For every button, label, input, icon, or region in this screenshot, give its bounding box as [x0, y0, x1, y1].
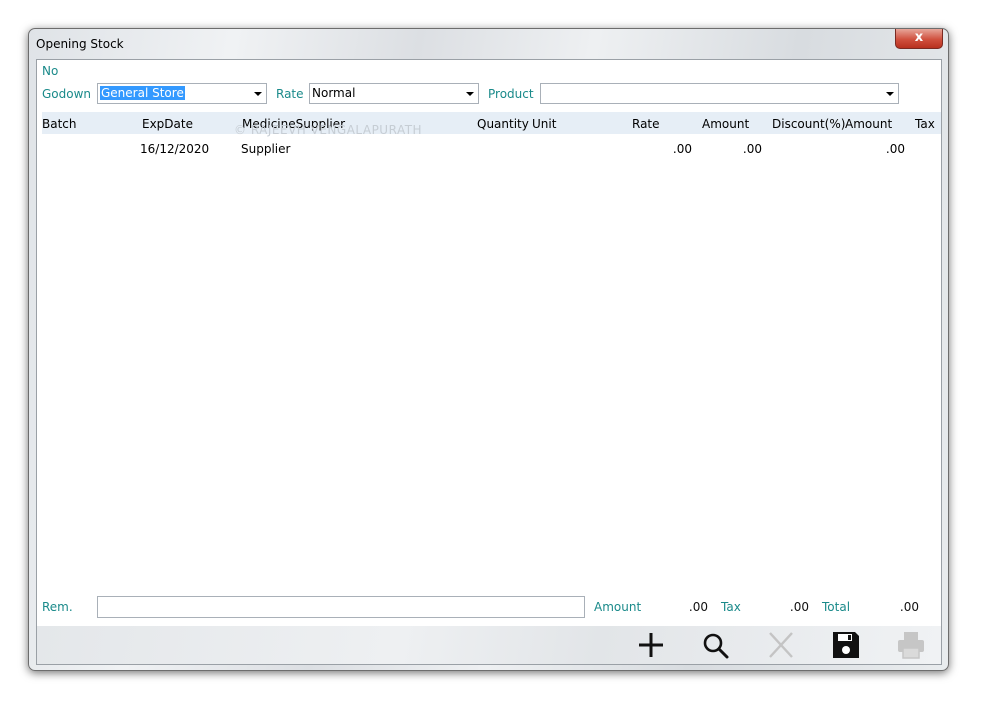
footer-tax-value: .00 — [789, 600, 809, 614]
remarks-input[interactable] — [97, 596, 585, 618]
footer-amount-label: Amount — [594, 600, 642, 614]
chevron-down-icon — [886, 92, 894, 96]
cell-supplier: Supplier — [241, 142, 291, 156]
col-discount[interactable]: Discount(%) — [772, 117, 845, 131]
product-label: Product — [488, 87, 534, 101]
col-rate[interactable]: Rate — [632, 117, 660, 131]
cell-expdate: 16/12/2020 — [140, 142, 210, 156]
col-net-amount[interactable]: Amount — [845, 117, 892, 131]
save-icon — [833, 632, 859, 658]
close-icon — [769, 632, 793, 658]
search-icon — [703, 633, 729, 659]
col-tax[interactable]: Tax — [915, 117, 935, 131]
col-unit[interactable]: Unit — [532, 117, 556, 131]
cell-rate: .00 — [672, 142, 692, 156]
rate-value: Normal — [312, 86, 356, 100]
rem-label: Rem. — [42, 600, 73, 614]
print-icon — [898, 632, 924, 659]
delete-button[interactable] — [763, 628, 799, 662]
footer-amount-value: .00 — [688, 600, 708, 614]
no-label: No — [42, 64, 59, 78]
plus-icon — [639, 633, 663, 657]
add-button[interactable] — [633, 628, 669, 662]
rate-select[interactable]: Normal — [309, 83, 479, 104]
footer-total-label: Total — [822, 600, 851, 614]
chevron-down-icon — [254, 92, 262, 96]
window-close-button[interactable]: x — [895, 29, 943, 49]
col-amount[interactable]: Amount — [702, 117, 749, 131]
godown-select[interactable]: General Store — [97, 83, 267, 104]
col-expdate[interactable]: ExpDate — [142, 117, 193, 131]
form-area: No Godown General Store Rate Normal Prod… — [36, 59, 942, 665]
print-button[interactable] — [893, 628, 929, 662]
chevron-down-icon — [466, 92, 474, 96]
opening-stock-window: Opening Stock x No Godown General Store … — [28, 28, 949, 671]
window-title: Opening Stock — [36, 37, 124, 51]
footer-tax-label: Tax — [721, 600, 741, 614]
rate-label: Rate — [276, 87, 304, 101]
footer-total-value: .00 — [899, 600, 919, 614]
watermark-text: © RAJEEVH VENGALAPURATH — [234, 123, 423, 137]
col-batch[interactable]: Batch — [42, 117, 77, 131]
cell-net-amount: .00 — [885, 142, 905, 156]
godown-label: Godown — [42, 87, 92, 101]
search-button[interactable] — [698, 628, 734, 662]
product-select[interactable] — [540, 83, 899, 104]
save-button[interactable] — [828, 628, 864, 662]
godown-value: General Store — [100, 86, 185, 100]
grid-header: Batch ExpDate MedicineSupplier Quantity … — [42, 112, 941, 137]
cell-amount: .00 — [742, 142, 762, 156]
action-toolbar — [37, 626, 941, 664]
col-quantity[interactable]: Quantity — [477, 117, 529, 131]
